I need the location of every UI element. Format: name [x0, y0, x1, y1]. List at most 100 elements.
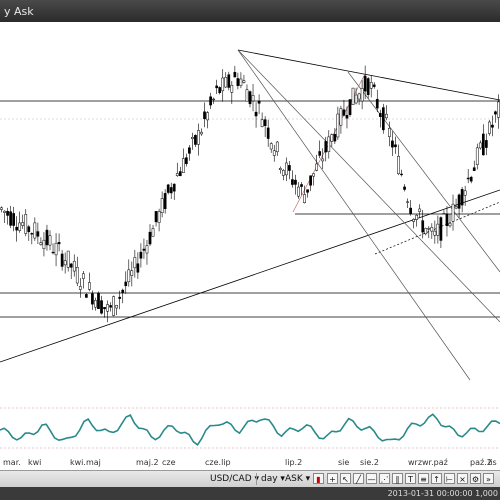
candle-body — [200, 131, 203, 135]
candle-body — [309, 175, 312, 186]
fib-tool-icon[interactable]: ≡ — [418, 473, 429, 484]
candle-body — [445, 213, 449, 226]
candle-body — [3, 210, 6, 213]
candle-body — [21, 222, 25, 226]
zoom-icon[interactable]: + — [327, 473, 338, 484]
candle-body — [163, 193, 167, 209]
candle-body — [51, 251, 55, 254]
channel-tool-icon[interactable]: ∥ — [392, 473, 403, 484]
candles — [0, 65, 500, 323]
candle-body — [488, 121, 491, 134]
x-axis-label: cze.lip — [205, 458, 231, 467]
candle-body — [63, 260, 67, 266]
candle-body — [491, 124, 494, 128]
candle-body — [69, 263, 73, 268]
title-bar[interactable]: y Ask — [0, 0, 500, 22]
candle-body — [257, 100, 261, 104]
candle-body — [385, 113, 388, 119]
candle-body — [424, 228, 428, 235]
candle-body — [281, 170, 285, 176]
symbol-selector[interactable]: USD/CAD ▾ — [210, 473, 259, 485]
candle-body — [218, 87, 222, 93]
candle-body — [403, 186, 406, 190]
candle-body — [291, 179, 294, 185]
timeframe-label: day — [261, 474, 278, 484]
candle-body — [409, 207, 412, 214]
candle-body — [388, 127, 391, 137]
candle-body — [457, 194, 461, 209]
text-tool-icon[interactable]: T — [405, 473, 416, 484]
trend-line-rising — [0, 189, 500, 363]
price-chart[interactable] — [0, 22, 500, 400]
candle-body — [136, 263, 140, 273]
more-icon[interactable]: » — [483, 473, 494, 484]
candle-body — [254, 111, 258, 117]
candle-body — [318, 151, 322, 156]
fan-tool-icon[interactable]: ⋰ — [379, 473, 390, 484]
hline-tool-icon[interactable]: — — [366, 473, 377, 484]
candle-body — [427, 228, 431, 230]
candle-body — [142, 248, 146, 251]
candle-body — [333, 134, 337, 142]
candle-body — [412, 219, 415, 222]
candle-body — [415, 215, 419, 220]
x-axis-label: wrz — [408, 458, 423, 467]
candle-body — [436, 223, 440, 236]
candle-body — [297, 186, 300, 197]
candle-body — [42, 239, 46, 250]
candle-body — [151, 228, 155, 237]
candle-body — [9, 211, 12, 226]
candle-body — [363, 75, 367, 92]
candle-body — [115, 305, 119, 309]
candle-body — [321, 158, 325, 162]
candle-body — [133, 257, 137, 269]
candle-body — [100, 300, 103, 314]
cursor-icon[interactable]: ↖ — [340, 473, 351, 484]
candle-body — [139, 251, 143, 259]
candle-body — [251, 95, 255, 102]
candle-body — [448, 222, 452, 227]
x-axis-label: mar. — [3, 458, 21, 467]
timeframe-selector[interactable]: day ▾ — [261, 473, 285, 485]
candle-body — [469, 176, 473, 182]
candle-body — [236, 78, 240, 86]
delete-tool-icon[interactable]: × — [457, 473, 468, 484]
candle-body — [124, 281, 128, 287]
candle-body — [366, 78, 370, 96]
candle-body — [154, 211, 158, 223]
oscillator-line — [0, 413, 500, 446]
line-tool-icon[interactable]: ╱ — [353, 473, 364, 484]
candle-body — [81, 273, 85, 279]
candle-body — [260, 119, 264, 127]
oscillator-panel[interactable] — [0, 402, 500, 458]
candle-body — [224, 77, 228, 88]
candle-body — [75, 267, 79, 284]
toolbar-divider — [256, 473, 257, 485]
settings-icon[interactable]: ⚙ — [470, 473, 481, 484]
ruler-tool-icon[interactable]: ⊢ — [444, 473, 455, 484]
candle-body — [109, 305, 112, 308]
chart-window: y Ask mar. kwi kwi.maj maj.2 cze cze.lip lip.2… — [0, 0, 500, 500]
candle-body — [45, 229, 49, 246]
candle-body — [312, 173, 315, 177]
candle-body — [166, 184, 170, 193]
candle-body — [185, 157, 188, 164]
candle-body — [288, 165, 291, 171]
candle-body — [24, 214, 28, 234]
price-type-label: ASK — [285, 474, 303, 484]
candle-body — [27, 226, 31, 233]
candle-body — [454, 206, 458, 209]
candle-body — [197, 130, 200, 145]
candle-body — [60, 253, 64, 267]
candle-body — [375, 98, 379, 109]
candle-body — [463, 190, 467, 196]
candle-body — [33, 222, 37, 239]
candle-body — [130, 270, 134, 276]
symbol-label: USD/CAD — [210, 474, 252, 484]
candle-body — [372, 84, 376, 87]
candle-icon[interactable]: ▮ — [313, 473, 324, 484]
arrow-tool-icon[interactable]: ↑ — [431, 473, 442, 484]
candle-body — [118, 296, 122, 299]
candle-body — [48, 235, 52, 246]
price-type-selector[interactable]: ASK ▾ — [285, 473, 310, 485]
